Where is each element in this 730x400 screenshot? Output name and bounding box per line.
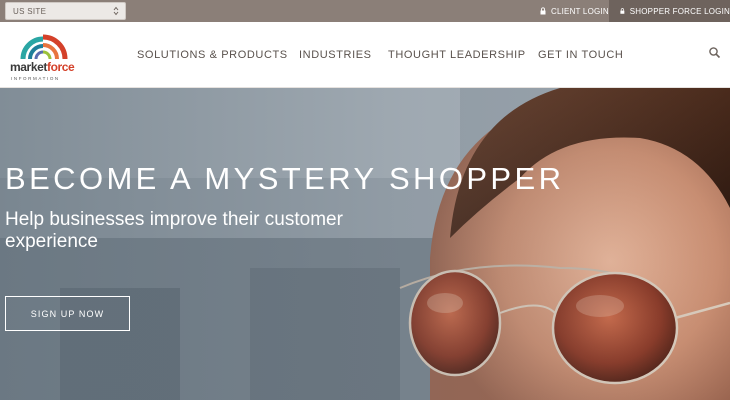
logo-word-market: market xyxy=(10,60,47,74)
shopper-force-login-label: SHOPPER FORCE LOGIN xyxy=(629,6,730,16)
logo-subtitle: INFORMATION xyxy=(11,76,60,81)
sign-up-now-button[interactable]: SIGN UP NOW xyxy=(5,296,130,331)
hero-banner: BECOME A MYSTERY SHOPPER Help businesses… xyxy=(0,88,730,400)
nav-thought-leadership[interactable]: THOUGHT LEADERSHIP xyxy=(388,22,526,88)
site-selector[interactable]: US SITE xyxy=(5,2,126,20)
logo-arcs-icon xyxy=(20,34,68,59)
lock-icon xyxy=(540,7,546,15)
market-force-logo[interactable]: marketforce INFORMATION xyxy=(10,31,82,83)
logo-word-force: force xyxy=(46,60,75,74)
site-header: marketforce INFORMATION SOLUTIONS & PROD… xyxy=(0,22,730,88)
shopper-force-login-link[interactable]: SHOPPER FORCE LOGIN xyxy=(609,0,730,22)
lock-icon xyxy=(620,8,625,14)
hero-subtitle: Help businesses improve their customer e… xyxy=(5,209,343,252)
nav-industries[interactable]: INDUSTRIES xyxy=(299,22,372,88)
search-icon[interactable] xyxy=(708,46,722,60)
logo-wordmark: marketforce xyxy=(10,60,75,74)
client-login-label: CLIENT LOGIN xyxy=(551,6,609,16)
nav-solutions-products[interactable]: SOLUTIONS & PRODUCTS xyxy=(137,22,288,88)
utility-bar: US SITE CLIENT LOGIN SHOPPER FORCE LOGIN xyxy=(0,0,730,22)
updown-chevron-icon xyxy=(113,6,119,16)
site-selector-value: US SITE xyxy=(13,7,47,16)
nav-get-in-touch[interactable]: GET IN TOUCH xyxy=(538,22,623,88)
hero-title: BECOME A MYSTERY SHOPPER xyxy=(5,161,565,196)
client-login-link[interactable]: CLIENT LOGIN xyxy=(540,0,609,22)
